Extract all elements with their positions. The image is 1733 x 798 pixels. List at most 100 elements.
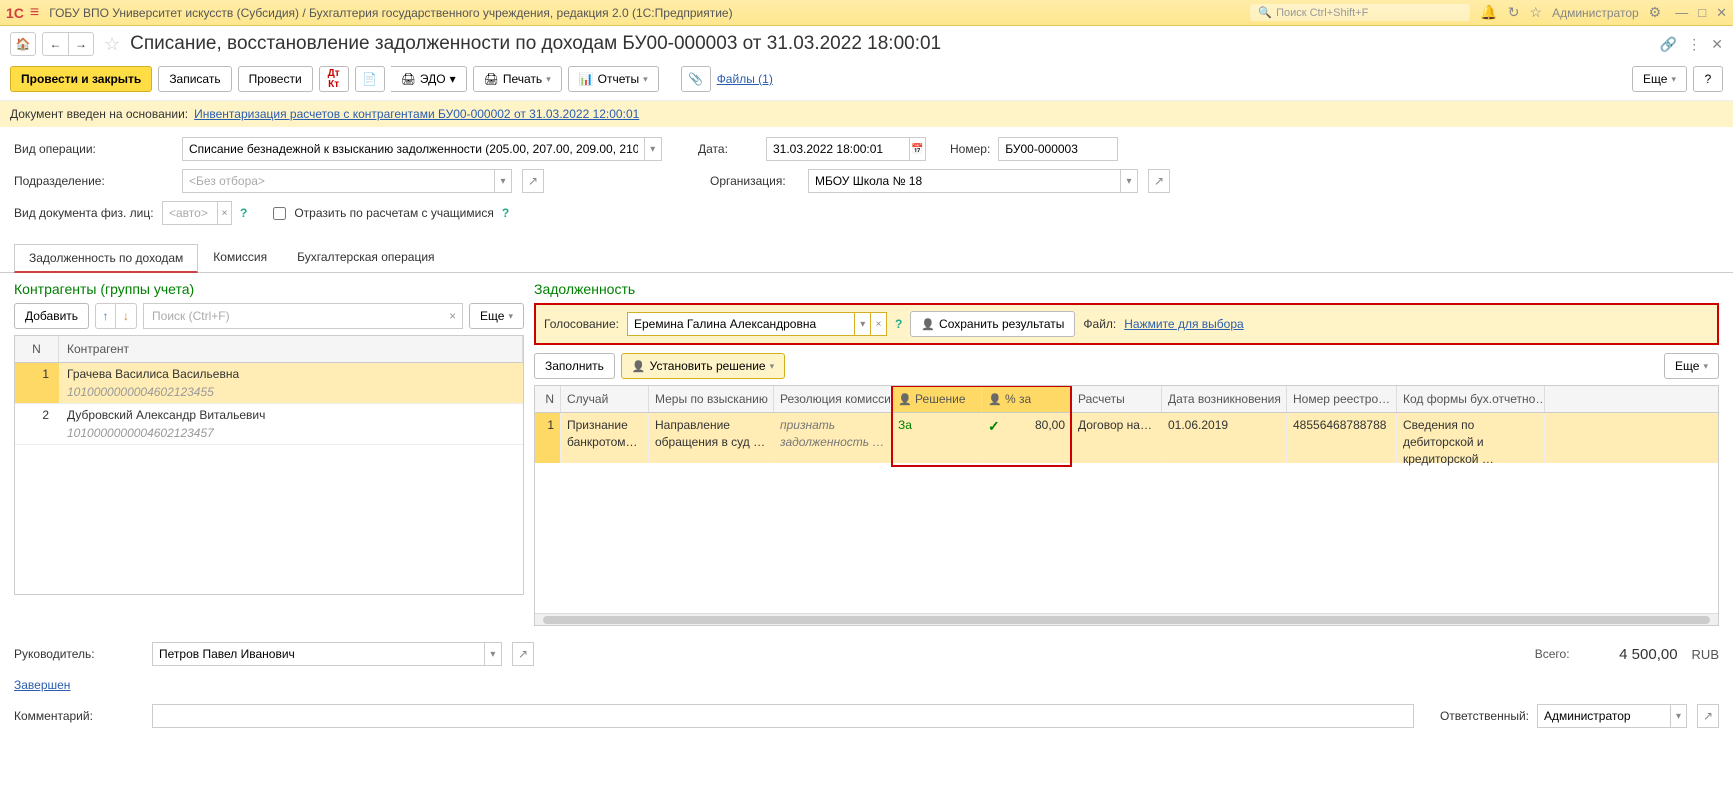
org-input[interactable] <box>809 174 1120 188</box>
completed-link[interactable]: Завершен <box>14 678 70 692</box>
files-link[interactable]: Файлы (1) <box>717 72 773 86</box>
leader-field[interactable]: ▾ <box>152 642 502 666</box>
docphys-clear-icon[interactable]: × <box>217 202 231 224</box>
list-button[interactable]: 📄 <box>355 66 385 92</box>
back-button[interactable]: ← <box>42 32 68 56</box>
docphys-input[interactable] <box>163 206 217 220</box>
date-label: Дата: <box>698 142 758 156</box>
home-button[interactable]: 🏠 <box>10 32 36 56</box>
fill-button[interactable]: Заполнить <box>534 353 615 379</box>
voting-dropdown-icon[interactable]: ▾ <box>854 313 870 335</box>
add-button[interactable]: Добавить <box>14 303 89 329</box>
optype-dropdown-icon[interactable]: ▾ <box>644 138 661 160</box>
tabs: Задолженность по доходам Комиссия Бухгал… <box>0 243 1733 273</box>
total-value: 4 500,00 <box>1578 646 1678 663</box>
bell-icon[interactable]: 🔔 <box>1480 4 1497 21</box>
menu-icon[interactable]: ≡ <box>30 4 39 22</box>
basis-link[interactable]: Инвентаризация расчетов с контрагентами … <box>194 107 639 121</box>
file-link[interactable]: Нажмите для выбора <box>1124 317 1243 331</box>
favorite-icon[interactable]: ☆ <box>104 34 120 55</box>
global-search[interactable]: 🔍 Поиск Ctrl+Shift+F <box>1250 4 1470 21</box>
post-and-close-button[interactable]: Провести и закрыть <box>10 66 152 92</box>
user-label[interactable]: Администратор <box>1552 6 1639 20</box>
search-clear-icon[interactable]: × <box>443 309 462 323</box>
org-field[interactable]: ▾ <box>808 169 1138 193</box>
col-calc: Расчеты <box>1072 386 1162 412</box>
maximize-icon[interactable]: □ <box>1698 5 1706 21</box>
doc-header-row: 🏠 ← → ☆ Списание, восстановление задолже… <box>0 26 1733 62</box>
date-field[interactable]: 📅 <box>766 137 926 161</box>
dept-input[interactable] <box>183 174 494 188</box>
move-down-button[interactable]: ↓ <box>116 304 136 328</box>
reflect-checkbox[interactable] <box>273 207 286 220</box>
number-field[interactable] <box>998 137 1118 161</box>
responsible-input[interactable] <box>1538 709 1670 723</box>
debt-table-row[interactable]: 1 Признание банкротом… Направление обращ… <box>535 413 1718 463</box>
voting-clear-icon[interactable]: × <box>870 313 886 335</box>
dtkt-button[interactable]: ДтКт <box>319 66 349 92</box>
contractors-table: N Контрагент 1 Грачева Василиса Васильев… <box>14 335 524 595</box>
link-icon[interactable]: 🔗 <box>1660 36 1677 53</box>
person-icon <box>988 392 1002 406</box>
doc-title: Списание, восстановление задолженности п… <box>130 33 941 55</box>
tab-debt[interactable]: Задолженность по доходам <box>14 244 198 273</box>
voting-field[interactable]: ▾ × <box>627 312 887 336</box>
attach-button[interactable]: 📎 <box>681 66 711 92</box>
doc-close-icon[interactable]: ✕ <box>1711 36 1723 53</box>
settings-icon[interactable]: ⚙ <box>1649 4 1662 21</box>
contractors-more-button[interactable]: Еще <box>469 303 524 329</box>
cell-calc: Договор на… <box>1072 413 1162 463</box>
save-button[interactable]: Записать <box>158 66 231 92</box>
date-input[interactable] <box>767 142 909 156</box>
org-open-button[interactable]: ↗ <box>1148 169 1170 193</box>
leader-dropdown-icon[interactable]: ▾ <box>484 643 501 665</box>
dept-open-button[interactable]: ↗ <box>522 169 544 193</box>
responsible-field[interactable]: ▾ <box>1537 704 1687 728</box>
more-button[interactable]: Еще <box>1632 66 1687 92</box>
star-icon[interactable]: ☆ <box>1530 4 1543 21</box>
number-input[interactable] <box>999 142 1117 156</box>
docphys-field[interactable]: × <box>162 201 232 225</box>
h-scrollbar[interactable] <box>535 613 1718 625</box>
forward-button[interactable]: → <box>68 32 94 56</box>
docphys-help[interactable]: ? <box>240 206 247 220</box>
row-name: Дубровский Александр Витальевич <box>67 408 515 422</box>
row-id: 1010000000004602123455 <box>67 385 515 399</box>
help-button[interactable]: ? <box>1693 66 1723 92</box>
voting-help[interactable]: ? <box>895 317 902 331</box>
minimize-icon[interactable]: — <box>1675 5 1688 21</box>
history-icon[interactable]: ↻ <box>1508 4 1520 21</box>
leader-input[interactable] <box>153 647 484 661</box>
move-up-button[interactable]: ↑ <box>96 304 116 328</box>
set-decision-button[interactable]: Установить решение <box>621 353 785 379</box>
comment-field[interactable] <box>152 704 1414 728</box>
responsible-dropdown-icon[interactable]: ▾ <box>1670 705 1686 727</box>
tab-commission[interactable]: Комиссия <box>198 243 282 272</box>
contractors-search-input[interactable] <box>144 309 443 323</box>
close-icon[interactable]: ✕ <box>1716 5 1727 21</box>
calendar-icon[interactable]: 📅 <box>909 138 925 160</box>
dept-field[interactable]: ▾ <box>182 169 512 193</box>
tab-accounting[interactable]: Бухгалтерская операция <box>282 243 449 272</box>
edo-button[interactable]: 🖨 ЭДО ▾ <box>391 66 467 92</box>
post-button[interactable]: Провести <box>238 66 313 92</box>
reports-button[interactable]: 📊 Отчеты <box>568 66 659 92</box>
voting-input[interactable] <box>628 313 854 335</box>
print-button[interactable]: 🖨 Печать <box>473 66 562 92</box>
table-row[interactable]: 2 Дубровский Александр Витальевич 101000… <box>15 404 523 445</box>
save-results-button[interactable]: Сохранить результаты <box>910 311 1075 337</box>
responsible-open-button[interactable]: ↗ <box>1697 704 1719 728</box>
cell-reg: 48556468788788 <box>1287 413 1397 463</box>
optype-field[interactable]: ▾ <box>182 137 662 161</box>
org-dropdown-icon[interactable]: ▾ <box>1120 170 1137 192</box>
contractors-search[interactable]: × <box>143 303 463 329</box>
optype-input[interactable] <box>183 142 644 156</box>
doc-more-icon[interactable]: ⋮ <box>1687 36 1701 53</box>
debt-more-button[interactable]: Еще <box>1664 353 1719 379</box>
app-title: ГОБУ ВПО Университет искусств (Субсидия)… <box>49 6 732 20</box>
table-row[interactable]: 1 Грачева Василиса Васильевна 1010000000… <box>15 363 523 404</box>
dept-dropdown-icon[interactable]: ▾ <box>494 170 511 192</box>
leader-open-button[interactable]: ↗ <box>512 642 534 666</box>
comment-input[interactable] <box>153 709 1413 723</box>
reflect-help[interactable]: ? <box>502 206 509 220</box>
